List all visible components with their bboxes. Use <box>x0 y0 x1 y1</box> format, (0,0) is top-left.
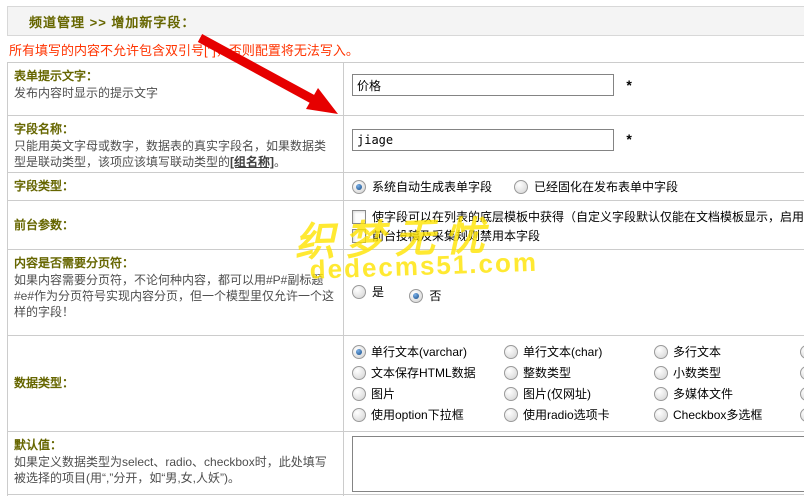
pagination-label-cell: 内容是否需要分页符： 如果内容需要分页符，不论何种内容，都可以用#P#副标题#e… <box>8 250 344 335</box>
datatype-radio-checkbox[interactable] <box>654 407 668 422</box>
datatype-label: 文本保存HTML数据 <box>371 366 476 380</box>
datatype-radio-cutoff[interactable] <box>800 386 804 401</box>
datatype-radio-cutoff[interactable] <box>800 365 804 380</box>
field-type-radio-auto[interactable] <box>352 179 366 194</box>
field-name-label-cell: 字段名称： 只能用英文字母或数字，数据表的真实字段名，如果数据类型是联动类型，该… <box>8 116 344 172</box>
list-template-checkbox[interactable] <box>352 209 366 224</box>
pagination-no-label: 否 <box>429 289 442 303</box>
prompt-text-label-cell: 表单提示文字： 发布内容时显示的提示文字 <box>8 63 344 115</box>
datatype-radio-multitext[interactable] <box>654 344 668 359</box>
disable-field-checkbox[interactable] <box>352 228 366 243</box>
datatype-radio-int[interactable] <box>504 365 518 380</box>
datatype-label: 图片 <box>371 387 396 401</box>
field-name-input[interactable] <box>352 129 614 151</box>
field-name-desc: 只能用英文字母或数字，数据表的真实字段名，如果数据类型是联动类型，该项应该填写联… <box>14 138 335 170</box>
prompt-text-label: 表单提示文字： <box>14 69 99 83</box>
datatype-label: 使用radio选项卡 <box>523 408 610 422</box>
breadcrumb: 频道管理 >> 增加新字段： <box>29 14 196 30</box>
disable-field-checkbox-label: 前台投稿及采集规则禁用本字段 <box>372 229 541 243</box>
field-type-label-cell: 字段类型： <box>8 173 344 200</box>
datatype-label: 小数类型 <box>673 366 722 380</box>
list-template-checkbox-label: 使字段可以在列表的底层模板中获得（自定义字段默认仅能在文档模板显示，启用此 <box>372 210 804 224</box>
datatype-radio-cutoff[interactable] <box>800 407 804 422</box>
datatype-radio-float[interactable] <box>654 365 668 380</box>
default-value-textarea[interactable] <box>352 436 804 492</box>
row-prompt-text: 表单提示文字： 发布内容时显示的提示文字 * <box>8 63 804 116</box>
front-params-label: 前台参数： <box>14 217 75 232</box>
datatype-radio-radio[interactable] <box>504 407 518 422</box>
datatype-radio-htmltext[interactable] <box>352 365 366 380</box>
datatype-label: 单行文本(varchar) <box>371 345 468 359</box>
datatype-radio-char[interactable] <box>504 344 518 359</box>
row-default-value: 默认值： 如果定义数据类型为select、radio、checkbox时，此处填… <box>8 432 804 495</box>
datatype-label: 单行文本(char) <box>523 345 603 359</box>
row-front-params: 前台参数： 使字段可以在列表的底层模板中获得（自定义字段默认仅能在文档模板显示，… <box>8 201 804 250</box>
datatype-radio-varchar[interactable] <box>352 344 366 359</box>
front-params-label-cell: 前台参数： <box>8 201 344 249</box>
data-type-label: 数据类型： <box>14 376 75 390</box>
row-field-name: 字段名称： 只能用英文字母或数字，数据表的真实字段名，如果数据类型是联动类型，该… <box>8 116 804 173</box>
pagination-yes-radio[interactable] <box>352 284 366 299</box>
breadcrumb-bar: 频道管理 >> 增加新字段： <box>7 6 804 36</box>
field-type-options-cell: 系统自动生成表单字段 已经固化在发布表单中字段 <box>344 173 804 200</box>
field-type-option-label: 已经固化在发布表单中字段 <box>534 180 679 194</box>
default-value-input-cell <box>344 432 804 494</box>
field-name-desc-end: 。 <box>274 155 287 169</box>
datatype-radio-media[interactable] <box>654 386 668 401</box>
datatype-label: 多行文本 <box>673 345 722 359</box>
field-name-label: 字段名称： <box>14 122 75 136</box>
row-field-type: 字段类型： 系统自动生成表单字段 已经固化在发布表单中字段 <box>8 173 804 201</box>
required-asterisk: * <box>626 76 632 93</box>
pagination-options-cell: 是 否 <box>344 250 804 335</box>
data-type-options-cell: 单行文本(varchar) 单行文本(char) 多行文本 文本保存HTML数据… <box>344 336 804 431</box>
datatype-label: 图片(仅网址) <box>523 387 591 401</box>
row-data-type: 数据类型： 单行文本(varchar) 单行文本(char) 多行文本 文本保存… <box>8 336 804 432</box>
pagination-label: 内容是否需要分页符： <box>14 256 135 270</box>
prompt-text-desc: 发布内容时显示的提示文字 <box>14 86 159 100</box>
default-value-label-cell: 默认值： 如果定义数据类型为select、radio、checkbox时，此处填… <box>8 432 344 494</box>
datatype-radio-img[interactable] <box>352 386 366 401</box>
row-pagination: 内容是否需要分页符： 如果内容需要分页符，不论何种内容，都可以用#P#副标题#e… <box>8 250 804 336</box>
datatype-label: 整数类型 <box>523 366 572 380</box>
datatype-radio-cutoff[interactable] <box>800 344 804 359</box>
datatype-label: 使用option下拉框 <box>371 408 464 422</box>
data-type-label-cell: 数据类型： <box>8 336 344 431</box>
field-type-label: 字段类型： <box>14 179 75 193</box>
field-name-input-cell: * <box>344 116 804 172</box>
page: 频道管理 >> 增加新字段： 所有填写的内容不允许包含双引号["]，否则配置将无… <box>0 0 804 496</box>
pagination-yes-label: 是 <box>372 285 385 299</box>
default-value-desc: 如果定义数据类型为select、radio、checkbox时，此处填写被选择的… <box>14 455 327 485</box>
field-type-radio-fixed[interactable] <box>514 179 529 194</box>
field-type-option-label: 系统自动生成表单字段 <box>372 180 493 194</box>
datatype-label: Checkbox多选框 <box>673 408 763 422</box>
warning-text: 所有填写的内容不允许包含双引号["]，否则配置将无法写入。 <box>9 42 359 58</box>
prompt-text-input[interactable] <box>352 74 614 96</box>
datatype-radio-select[interactable] <box>352 407 366 422</box>
datatype-label: 多媒体文件 <box>673 387 734 401</box>
default-value-label: 默认值： <box>14 438 63 452</box>
group-name-link[interactable]: [组名称] <box>230 155 274 169</box>
front-params-options-cell: 使字段可以在列表的底层模板中获得（自定义字段默认仅能在文档模板显示，启用此 前台… <box>344 201 804 249</box>
pagination-no-radio[interactable] <box>409 288 424 303</box>
required-asterisk: * <box>626 131 632 147</box>
prompt-text-input-cell: * <box>344 63 804 115</box>
datatype-radio-imgurl[interactable] <box>504 386 518 401</box>
field-form-table: 表单提示文字： 发布内容时显示的提示文字 * 字段名称： 只能用英文字母或数字，… <box>7 62 804 496</box>
pagination-desc: 如果内容需要分页符，不论何种内容，都可以用#P#副标题#e#作为分页符号实现内容… <box>14 273 335 319</box>
